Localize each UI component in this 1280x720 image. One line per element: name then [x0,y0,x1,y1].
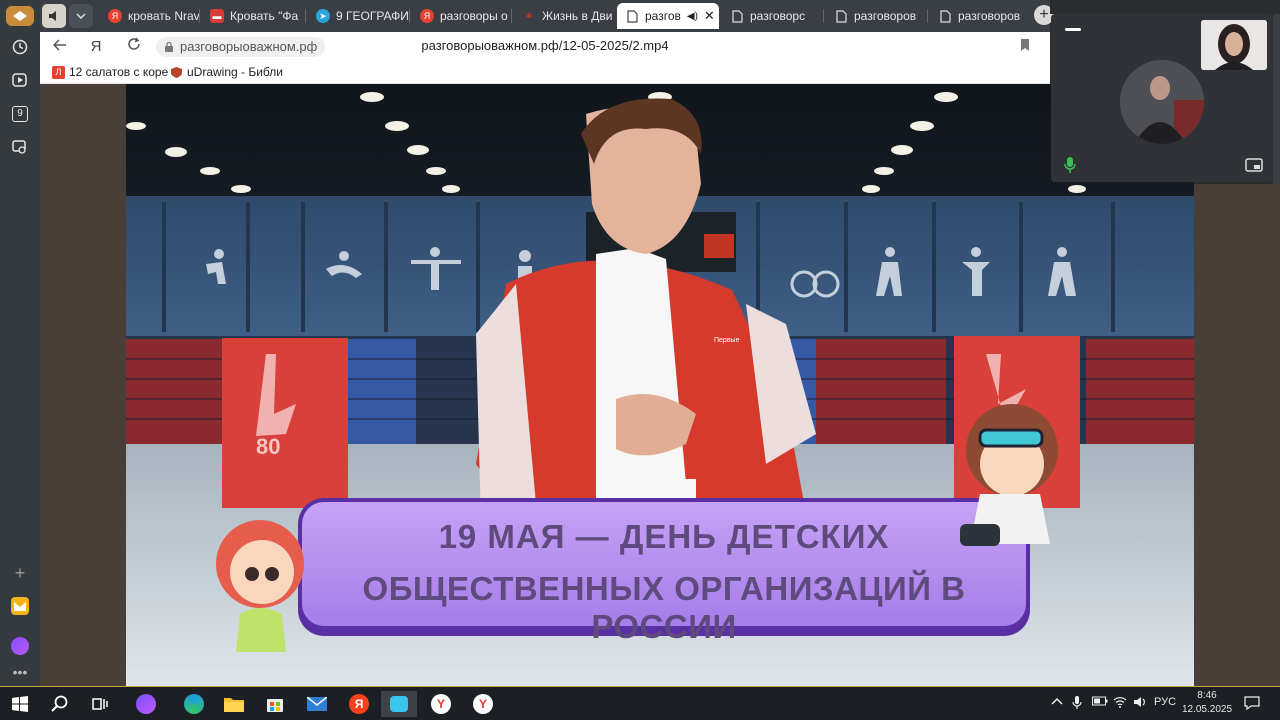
yandex-icon: Л [52,65,65,79]
bookmark-label: uDrawing - Библи [187,65,283,79]
volume-icon[interactable] [1133,696,1147,711]
video-title-banner: 19 МАЯ — ДЕНЬ ДЕТСКИХ ОБЩЕСТВЕННЫХ ОРГАН… [298,498,1030,645]
wifi-icon[interactable] [1113,696,1127,711]
alice-icon[interactable] [10,636,30,656]
browser-sidebar: 9 + ••• [0,0,40,686]
svg-text:80: 80 [256,434,280,459]
tab-active[interactable]: разгов ◀) ✕ [617,3,719,29]
language-indicator[interactable]: РУС [1154,696,1176,708]
screen: 9 + ••• Я кровать Nrav ▬ Кровать "Фа ➤ 9… [0,0,1280,720]
page-icon [938,9,952,23]
tab-7[interactable]: разговорс [722,3,824,29]
call-window-top [1050,0,1280,14]
screenshot-icon[interactable] [10,137,30,157]
participant-avatar [1120,60,1204,144]
search-icon[interactable] [47,691,73,717]
banner-line-2: ОБЩЕСТВЕННЫХ ОРГАНИЗАЦИЙ В РОССИИ [362,570,966,645]
yandex-icon: Я [108,9,122,23]
exit-fullscreen-icon[interactable] [1245,158,1263,172]
store-icon[interactable] [262,691,288,717]
emblem-icon: ✶ [523,9,535,23]
edge-icon[interactable] [181,691,207,717]
more-icon[interactable]: ••• [10,662,30,682]
video-call-window[interactable] [1051,14,1273,182]
browser-logo-icon[interactable] [6,6,34,26]
page-icon [834,9,848,23]
page-icon [730,9,744,23]
bookmark-item[interactable]: uDrawing - Библи [170,65,283,79]
tray-expand-icon[interactable] [1051,696,1063,708]
page-icon [625,9,639,23]
yandex-icon: Я [420,9,434,23]
add-panel-icon[interactable]: + [10,563,30,583]
file-explorer-icon[interactable] [221,691,247,717]
tab-9[interactable]: разговоров [930,3,1034,29]
minimize-icon[interactable] [1065,28,1081,31]
taskbar: Я Y Y РУС 8:46 12.05.2025 [0,686,1280,720]
person-icon [1201,20,1267,70]
girl-mascot-icon [216,520,304,652]
svg-text:Первые: Первые [714,337,740,344]
tab-label: разговорс [750,9,806,23]
video-player[interactable]: 80 Первые 19 МАЯ — ДЕНЬ ДЕТСКИХ ОБЩЕСТВЕ… [126,84,1194,686]
mail-icon[interactable] [10,596,30,616]
tab-label: 9 ГЕОГРАФИ [336,9,409,23]
bookmark-icon[interactable] [1020,38,1030,52]
messenger-icon[interactable] [381,691,417,717]
tab-label: разговоры о [440,9,508,23]
bookmarks-bar: Л 12 салатов с коре uDrawing - Библи [40,62,1050,84]
tab-label: Кровать "Фа [230,9,299,23]
tray-mic-icon[interactable] [1072,696,1082,713]
alice-taskbar-icon[interactable] [133,691,159,717]
task-view-icon[interactable] [87,691,113,717]
tab-label: разгов [645,9,681,23]
boy-mascot-icon [960,404,1058,546]
clock-date: 12.05.2025 [1181,704,1233,715]
tab-strip: Я кровать Nrav ▬ Кровать "Фа ➤ 9 ГЕОГРАФ… [40,0,1050,32]
store-icon: ▬ [210,9,224,23]
video-play-icon[interactable] [10,70,30,90]
bookmark-label: 12 салатов с коре [69,65,169,79]
yandex-browser-icon[interactable]: Y [428,691,454,717]
battery-icon[interactable] [1092,696,1108,709]
banner-line-1: 19 МАЯ — ДЕНЬ ДЕТСКИХ [438,518,890,555]
shield-icon [170,66,183,79]
notifications-icon[interactable] [1244,696,1260,713]
yandex-icon[interactable]: Я [346,691,372,717]
address-bar: Я разговорыоважном.рф разговорыоважном.р… [40,32,1050,62]
microphone-icon[interactable] [1063,156,1077,174]
tab-label: Жизнь в Дви [542,9,613,23]
tab-4[interactable]: Я разговоры о [412,3,512,29]
nine-app-icon[interactable]: 9 [10,104,30,124]
tab-2[interactable]: ▬ Кровать "Фа [202,3,306,29]
tab-8[interactable]: разговоров [826,3,928,29]
telegram-icon: ➤ [316,9,330,23]
windows-start-icon[interactable] [7,691,33,717]
yandex-browser-icon[interactable]: Y [470,691,496,717]
tab-3[interactable]: ➤ 9 ГЕОГРАФИ [308,3,410,29]
mute-tab-icon[interactable] [42,4,66,28]
tab-label: кровать Nrav [128,9,200,23]
tab-label: разговоров [958,9,1021,23]
self-video-thumbnail[interactable] [1201,20,1267,70]
tab-dropdown-icon[interactable] [69,4,93,28]
tab-1[interactable]: Я кровать Nrav [100,3,200,29]
bookmark-item[interactable]: Л 12 салатов с коре [52,65,168,79]
speaker-icon[interactable]: ◀) [687,11,698,22]
tab-label: разговоров [854,9,917,23]
clock-time: 8:46 [1197,690,1217,701]
clock[interactable]: 8:46 12.05.2025 [1180,689,1234,717]
mail-icon[interactable] [304,691,330,717]
history-icon[interactable] [10,37,30,57]
url-text[interactable]: разговорыоважном.рф/12-05-2025/2.mp4 [40,38,1050,53]
scrollbar[interactable] [1273,14,1280,184]
person-icon [1120,60,1204,144]
tab-5[interactable]: ✶ Жизнь в Дви [514,3,618,29]
close-tab-icon[interactable]: ✕ [704,8,715,24]
